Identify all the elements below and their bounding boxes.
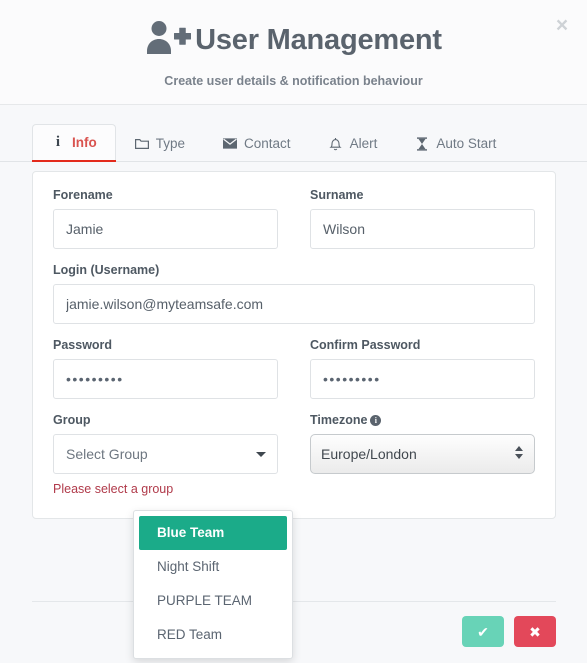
tab-bar: i Info Type Contact Alert Auto Start bbox=[0, 105, 587, 162]
form-footer: ✔ ✖ bbox=[32, 601, 556, 647]
password-field: Password ••••••••• bbox=[53, 338, 278, 399]
tab-info-label: Info bbox=[72, 135, 97, 150]
password-input[interactable]: ••••••••• bbox=[53, 359, 278, 399]
tab-type[interactable]: Type bbox=[116, 126, 204, 162]
confirm-password-label: Confirm Password bbox=[310, 338, 421, 352]
tab-alert[interactable]: Alert bbox=[310, 126, 397, 162]
dropdown-item-purple-team[interactable]: PURPLE TEAM bbox=[134, 584, 292, 618]
bell-icon bbox=[329, 137, 343, 151]
group-timezone-row: Group Select Group Please select a group… bbox=[53, 413, 535, 496]
surname-field: Surname bbox=[310, 188, 535, 249]
chevron-down-icon bbox=[256, 452, 266, 457]
tab-auto-start[interactable]: Auto Start bbox=[396, 126, 515, 162]
forename-input[interactable] bbox=[53, 209, 278, 249]
cancel-button[interactable]: ✖ bbox=[514, 616, 556, 647]
modal-header: User Management Create user details & no… bbox=[0, 0, 587, 105]
save-button[interactable]: ✔ bbox=[462, 616, 504, 647]
group-field: Group Select Group Please select a group bbox=[53, 413, 278, 496]
timezone-select[interactable]: Europe/London bbox=[310, 434, 535, 474]
surname-label: Surname bbox=[310, 188, 364, 202]
group-label: Group bbox=[53, 413, 91, 427]
forename-label: Forename bbox=[53, 188, 113, 202]
surname-input[interactable] bbox=[310, 209, 535, 249]
group-select[interactable]: Select Group bbox=[53, 434, 278, 474]
dropdown-item-night-shift[interactable]: Night Shift bbox=[134, 550, 292, 584]
envelope-icon bbox=[223, 138, 238, 149]
page-subtitle: Create user details & notification behav… bbox=[164, 74, 423, 88]
timezone-label: Timezone i bbox=[310, 413, 535, 427]
tab-info[interactable]: i Info bbox=[32, 124, 116, 162]
user-info-form: Forename Surname Login (Username) Passwo… bbox=[32, 171, 556, 519]
timezone-field: Timezone i Europe/London bbox=[310, 413, 535, 496]
confirm-password-field: Confirm Password ••••••••• bbox=[310, 338, 535, 399]
folder-icon bbox=[134, 138, 149, 150]
login-input[interactable] bbox=[53, 284, 535, 324]
cross-icon: ✖ bbox=[529, 623, 541, 640]
tab-contact[interactable]: Contact bbox=[204, 126, 310, 162]
tab-contact-label: Contact bbox=[244, 136, 291, 151]
password-row: Password ••••••••• Confirm Password ••••… bbox=[53, 338, 535, 399]
password-label: Password bbox=[53, 338, 113, 352]
forename-field: Forename bbox=[53, 188, 278, 249]
timezone-label-text: Timezone bbox=[310, 413, 368, 427]
login-row: Login (Username) bbox=[53, 263, 535, 324]
group-dropdown-menu[interactable]: Blue Team Night Shift PURPLE TEAM RED Te… bbox=[133, 510, 293, 659]
info-icon: i bbox=[55, 134, 61, 150]
check-icon: ✔ bbox=[477, 623, 489, 640]
login-field: Login (Username) bbox=[53, 263, 535, 324]
group-select-value: Select Group bbox=[66, 446, 148, 462]
user-plus-icon bbox=[145, 18, 192, 63]
tab-type-label: Type bbox=[155, 136, 186, 151]
info-circle-icon[interactable]: i bbox=[370, 415, 382, 426]
timezone-select-wrap: Europe/London bbox=[310, 434, 535, 474]
dropdown-item-red-team[interactable]: RED Team bbox=[134, 618, 292, 652]
tab-auto-start-label: Auto Start bbox=[436, 136, 497, 151]
title-row: User Management bbox=[0, 18, 587, 63]
close-icon[interactable]: × bbox=[551, 15, 573, 38]
dropdown-item-blue-team[interactable]: Blue Team bbox=[139, 516, 287, 550]
login-label: Login (Username) bbox=[53, 263, 160, 277]
tab-alert-label: Alert bbox=[349, 136, 378, 151]
confirm-password-input[interactable]: ••••••••• bbox=[310, 359, 535, 399]
group-error-message: Please select a group bbox=[53, 482, 174, 496]
name-row: Forename Surname bbox=[53, 188, 535, 249]
page-title: User Management bbox=[195, 24, 442, 56]
hourglass-icon bbox=[415, 136, 429, 151]
